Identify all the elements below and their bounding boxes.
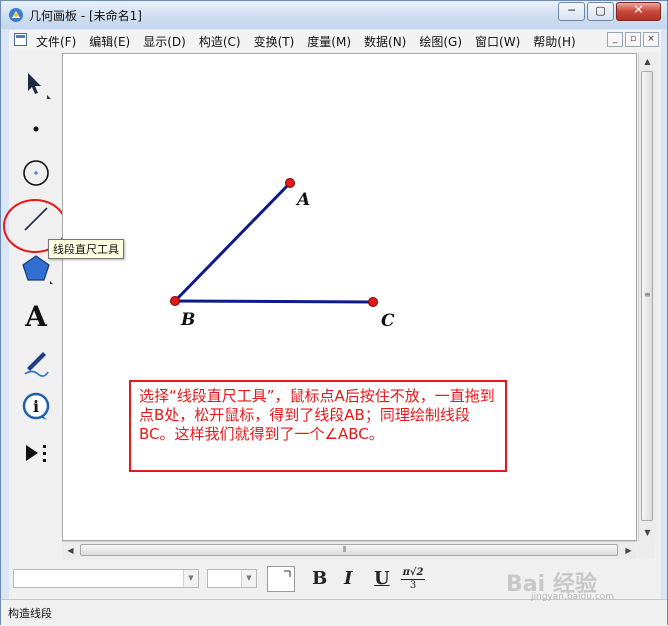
menu-edit[interactable]: 编辑(E)	[89, 33, 130, 50]
vertical-scrollbar[interactable]: ▲ ≡ ▼	[638, 53, 656, 541]
watermark-url: jingyan.baidu.com	[531, 592, 615, 602]
segment-ab[interactable]	[173, 181, 292, 303]
text-tool[interactable]: A	[16, 295, 56, 335]
status-text: 构造线段	[8, 607, 52, 620]
instruction-callout: 选择“线段直尺工具”，鼠标点A后按住不放，一直拖到点B处，松开鼠标，得到了线段A…	[129, 380, 507, 472]
chevron-down-icon[interactable]: ▼	[183, 570, 198, 587]
point-label-b[interactable]: B	[181, 310, 195, 330]
point-tool[interactable]	[16, 109, 56, 149]
chevron-down-icon[interactable]: ▼	[241, 570, 256, 587]
arrow-select-tool[interactable]	[16, 65, 56, 105]
scroll-left-icon[interactable]: ◀	[62, 542, 79, 559]
tool-tooltip: 线段直尺工具	[48, 239, 124, 259]
menu-graph[interactable]: 绘图(G)	[419, 33, 462, 50]
arrow-icon	[28, 73, 51, 99]
scroll-up-icon[interactable]: ▲	[639, 53, 656, 70]
underline-button[interactable]: U	[374, 568, 390, 589]
circle-icon	[23, 160, 49, 186]
font-family-select[interactable]: ▼	[13, 569, 199, 588]
point-label-c[interactable]: C	[381, 311, 395, 331]
vertical-scroll-thumb[interactable]: ≡	[641, 71, 653, 521]
italic-button[interactable]: I	[344, 568, 352, 589]
menu-construct[interactable]: 构造(C)	[199, 33, 241, 50]
document-icon[interactable]	[14, 33, 27, 46]
svg-text:i: i	[33, 397, 39, 416]
title-bar: 几何画板 - [未命名1] ─ ▢ ✕	[1, 1, 667, 29]
window-title: 几何画板 - [未命名1]	[29, 9, 142, 23]
point-label-a[interactable]: A	[297, 190, 310, 210]
scroll-down-icon[interactable]: ▼	[639, 524, 656, 541]
marker-tool[interactable]	[16, 341, 56, 381]
menu-display[interactable]: 显示(D)	[143, 33, 186, 50]
minimize-button[interactable]: ─	[558, 2, 585, 21]
menu-transform[interactable]: 变换(T)	[254, 33, 295, 50]
point-icon	[33, 126, 39, 132]
segment-bc[interactable]	[174, 299, 374, 304]
point-b[interactable]	[170, 296, 180, 306]
status-bar: 构造线段	[1, 599, 667, 626]
svg-text:A: A	[24, 300, 48, 333]
info-icon: i	[22, 392, 50, 420]
menu-window[interactable]: 窗口(W)	[475, 33, 520, 50]
doc-minimize-button[interactable]: _	[607, 32, 623, 47]
document-frame: A i 线段直尺工具 A B C 选择“线段直尺工具”，鼠标点A后按住不放，一直…	[3, 51, 661, 563]
pen-icon	[24, 352, 49, 377]
horizontal-scroll-thumb[interactable]: ⦀	[80, 544, 618, 556]
close-button[interactable]: ✕	[616, 2, 661, 21]
app-logo-icon	[9, 8, 23, 22]
point-a[interactable]	[285, 178, 295, 188]
text-color-button[interactable]	[267, 566, 295, 592]
bold-button[interactable]: B	[312, 568, 327, 589]
scroll-right-icon[interactable]: ▶	[620, 542, 637, 559]
compass-tool[interactable]	[16, 153, 56, 193]
information-tool[interactable]: i	[16, 387, 56, 427]
doc-restore-button[interactable]: ▫	[625, 32, 641, 47]
play-dots-icon	[26, 445, 46, 462]
scroll-corner	[638, 541, 655, 558]
menu-bar: 文件(F) 编辑(E) 显示(D) 构造(C) 变换(T) 度量(M) 数据(N…	[9, 30, 661, 52]
app-window: 几何画板 - [未命名1] ─ ▢ ✕ 文件(F) 编辑(E) 显示(D) 构造…	[0, 0, 668, 626]
math-format-button[interactable]: π√2 3	[401, 566, 425, 594]
letter-a-icon: A	[24, 300, 48, 333]
toolbox: A i 线段直尺工具	[3, 57, 124, 541]
menu-file[interactable]: 文件(F)	[36, 33, 76, 50]
sketch-canvas[interactable]: A B C 选择“线段直尺工具”，鼠标点A后按住不放，一直拖到点B处，松开鼠标，…	[62, 53, 637, 541]
menu-measure[interactable]: 度量(M)	[307, 33, 351, 50]
doc-close-button[interactable]: ×	[643, 32, 659, 47]
menu-data[interactable]: 数据(N)	[364, 33, 406, 50]
custom-tool[interactable]	[16, 433, 56, 473]
maximize-button[interactable]: ▢	[587, 2, 614, 21]
menu-help[interactable]: 帮助(H)	[533, 33, 575, 50]
font-size-select[interactable]: ▼	[207, 569, 257, 588]
point-c[interactable]	[368, 297, 378, 307]
horizontal-scrollbar[interactable]: ◀ ⦀ ▶	[62, 541, 637, 559]
